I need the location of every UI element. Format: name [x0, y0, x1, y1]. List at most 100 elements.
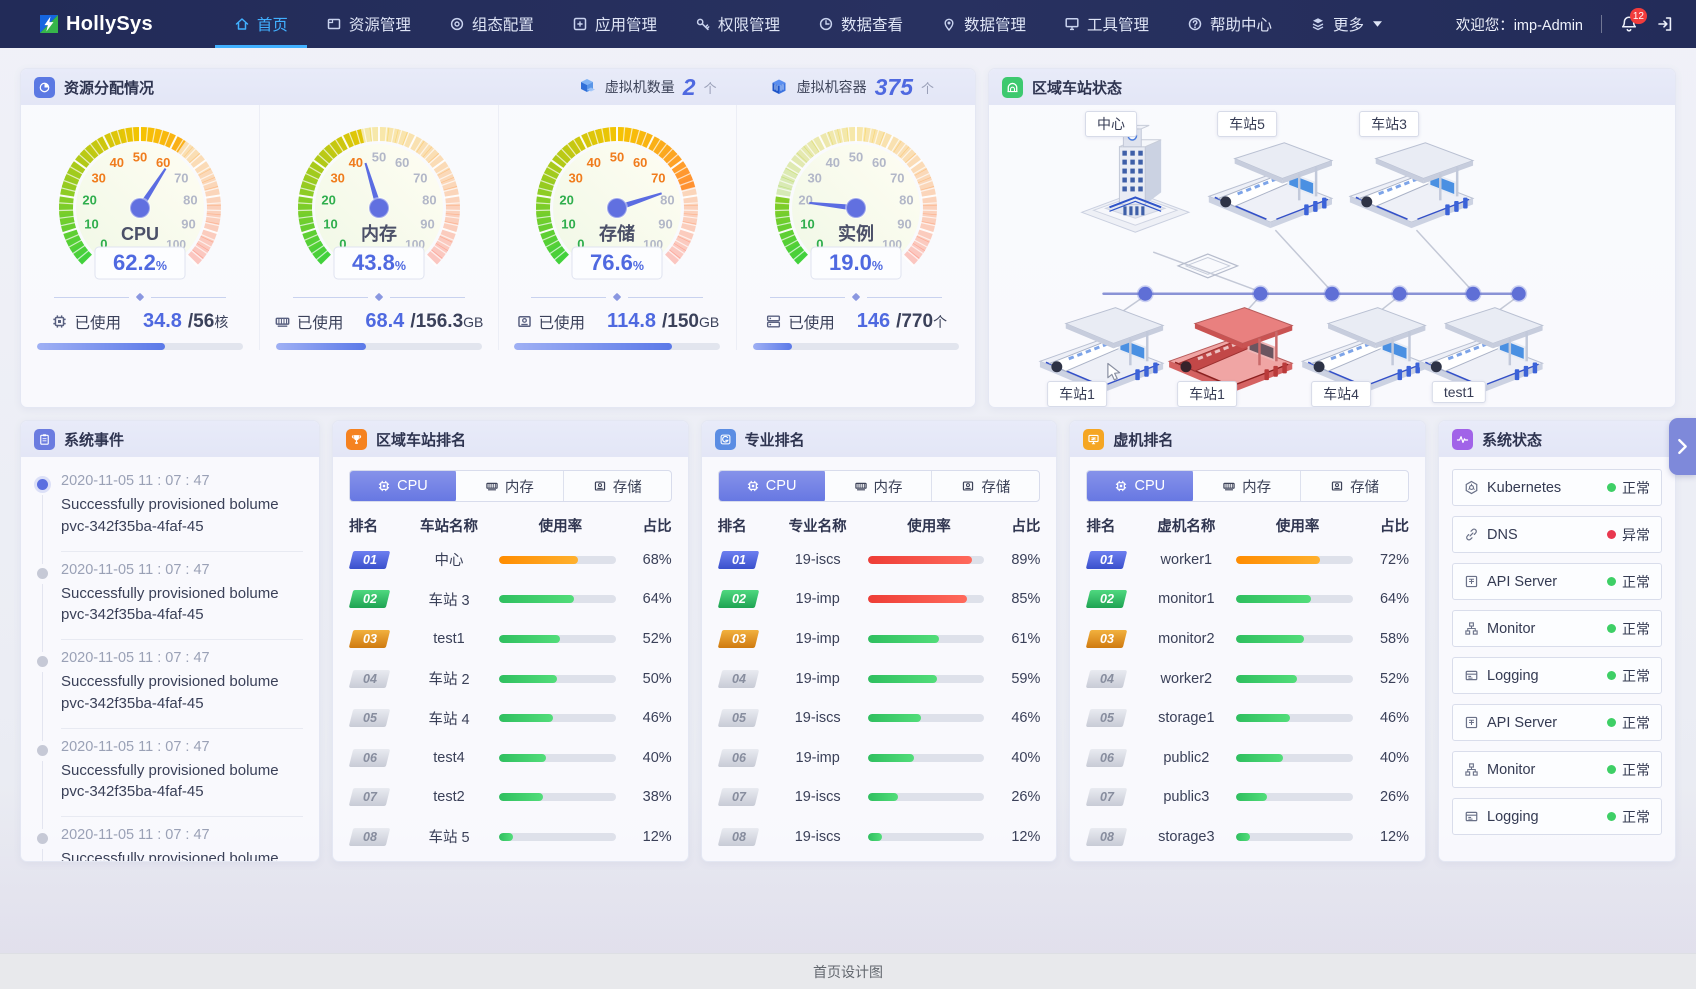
clipboard-icon [34, 429, 55, 450]
hollysys-logo-icon [40, 15, 58, 33]
event-message: Successfully provisioned bolumepvc-342f3… [61, 494, 303, 538]
tab-storage[interactable]: 存储 [1300, 471, 1408, 501]
usage-bar [1236, 675, 1353, 683]
svg-text:实例: 实例 [838, 223, 874, 244]
nav-item-5[interactable]: 权限管理 [676, 0, 799, 48]
svg-text:10: 10 [562, 216, 576, 231]
share-percent: 68% [628, 552, 672, 568]
svg-text:60: 60 [395, 155, 409, 170]
rank-badge: 01 [717, 551, 758, 569]
rank-badge: 02 [1086, 590, 1127, 608]
status-text: 正常 [1622, 760, 1650, 780]
logout-button[interactable] [1656, 15, 1674, 33]
tab-cpu[interactable]: CPU [718, 470, 825, 502]
vm-count-stat: 虚拟机数量 2 个 [577, 76, 717, 99]
nav-item-2[interactable]: 资源管理 [307, 0, 430, 48]
tab-memory[interactable]: 内存 [1192, 471, 1300, 501]
storage-icon [961, 479, 975, 493]
svg-text:20: 20 [560, 193, 574, 208]
nav-item-8[interactable]: 工具管理 [1045, 0, 1168, 48]
status-item-api-server: API Server 正常 [1452, 563, 1662, 600]
ranking-panel-1: 区域车站排名 CPU内存存储 排名 车站名称 使用率 占比 01 中心 68% … [332, 420, 689, 862]
events-list: 2020-11-05 11 : 07 : 47Successfully prov… [21, 457, 319, 862]
usage-bar [1236, 833, 1353, 841]
tab-cpu[interactable]: CPU [1086, 470, 1193, 502]
share-percent: 46% [996, 710, 1040, 726]
gauge-progress-bar [514, 343, 720, 350]
tab-cpu[interactable]: CPU [349, 470, 456, 502]
station-label-top-1: 中心 [1085, 111, 1137, 137]
usage-bar [868, 675, 985, 683]
nav-item-6[interactable]: 数据查看 [799, 0, 922, 48]
rank-badge: 07 [717, 788, 758, 806]
footer-text: 首页设计图 [813, 962, 883, 982]
logging-icon [1464, 809, 1479, 824]
nav-item-4[interactable]: 应用管理 [553, 0, 676, 48]
tab-memory[interactable]: 内存 [824, 471, 932, 501]
nav-item-1[interactable]: 首页 [215, 0, 307, 48]
share-percent: 89% [996, 552, 1040, 568]
nav-item-7[interactable]: 数据管理 [922, 0, 1045, 48]
table-header: 排名 车站名称 使用率 占比 [333, 515, 688, 536]
trophy-icon [346, 429, 367, 450]
rank-name: 中心 [405, 549, 493, 570]
rank-badge: 03 [349, 630, 390, 648]
rank-badge: 07 [349, 788, 390, 806]
resource-allocation-panel: 资源分配情况 虚拟机数量 2 个 虚拟机容器 375 个 [20, 68, 976, 408]
rank-badge: 03 [717, 630, 758, 648]
share-percent: 52% [628, 631, 672, 647]
usage-bar [868, 833, 985, 841]
cpu-chip-icon [377, 479, 391, 493]
share-percent: 12% [996, 829, 1040, 845]
svg-text:10: 10 [84, 216, 98, 231]
nav-item-10[interactable]: 更多 [1291, 0, 1401, 48]
svg-text:90: 90 [659, 216, 673, 231]
expand-arrow-button[interactable] [1669, 418, 1696, 475]
rank-badge: 05 [349, 709, 390, 727]
ranking-row: 03 monitor2 58% [1070, 619, 1425, 659]
metric-tabs: CPU内存存储 [718, 470, 1041, 502]
ranking-row: 06 public2 40% [1070, 738, 1425, 778]
rank-name: 19-imp [774, 750, 862, 766]
nav-divider [1601, 15, 1602, 33]
svg-text:80: 80 [422, 193, 436, 208]
usage-bar [868, 556, 985, 564]
tab-storage[interactable]: 存储 [931, 471, 1039, 501]
share-percent: 38% [628, 789, 672, 805]
usage-bar [499, 556, 616, 564]
app-icon [572, 16, 588, 32]
svg-text:20: 20 [798, 193, 812, 208]
status-item-logging: Logging 正常 [1452, 798, 1662, 835]
share-percent: 46% [1365, 710, 1409, 726]
status-name: Monitor [1487, 621, 1535, 637]
ranking-panel-title: 区域车站排名 [376, 429, 466, 450]
usage-bar [1236, 714, 1353, 722]
status-text: 正常 [1622, 572, 1650, 592]
svg-text:50: 50 [371, 150, 385, 165]
status-dot [1607, 765, 1616, 774]
config-icon [449, 16, 465, 32]
usage-bar [868, 635, 985, 643]
ranking-row: 07 19-iscs 26% [702, 778, 1057, 818]
svg-text:70: 70 [413, 171, 427, 186]
status-dot [1607, 624, 1616, 633]
station-panel-title: 区域车站状态 [1032, 77, 1122, 98]
status-text: 正常 [1622, 807, 1650, 827]
api-icon [1464, 715, 1479, 730]
nav-item-9[interactable]: 帮助中心 [1168, 0, 1291, 48]
ranking-row: 01 19-iscs 89% [702, 540, 1057, 580]
notifications-button[interactable]: 12 [1620, 15, 1638, 33]
svg-text:90: 90 [420, 216, 434, 231]
logo-text: HollySys [66, 13, 153, 36]
tab-memory[interactable]: 内存 [455, 471, 563, 501]
pie-chart-icon [34, 77, 55, 98]
nav-item-3[interactable]: 组态配置 [430, 0, 553, 48]
usage-bar [499, 754, 616, 762]
status-name: Logging [1487, 809, 1539, 825]
tab-storage[interactable]: 存储 [563, 471, 671, 501]
status-item-monitor: Monitor 正常 [1452, 610, 1662, 647]
status-text: 异常 [1622, 525, 1650, 545]
share-percent: 59% [996, 671, 1040, 687]
share-percent: 64% [628, 591, 672, 607]
vm-count-value: 2 [683, 76, 696, 99]
